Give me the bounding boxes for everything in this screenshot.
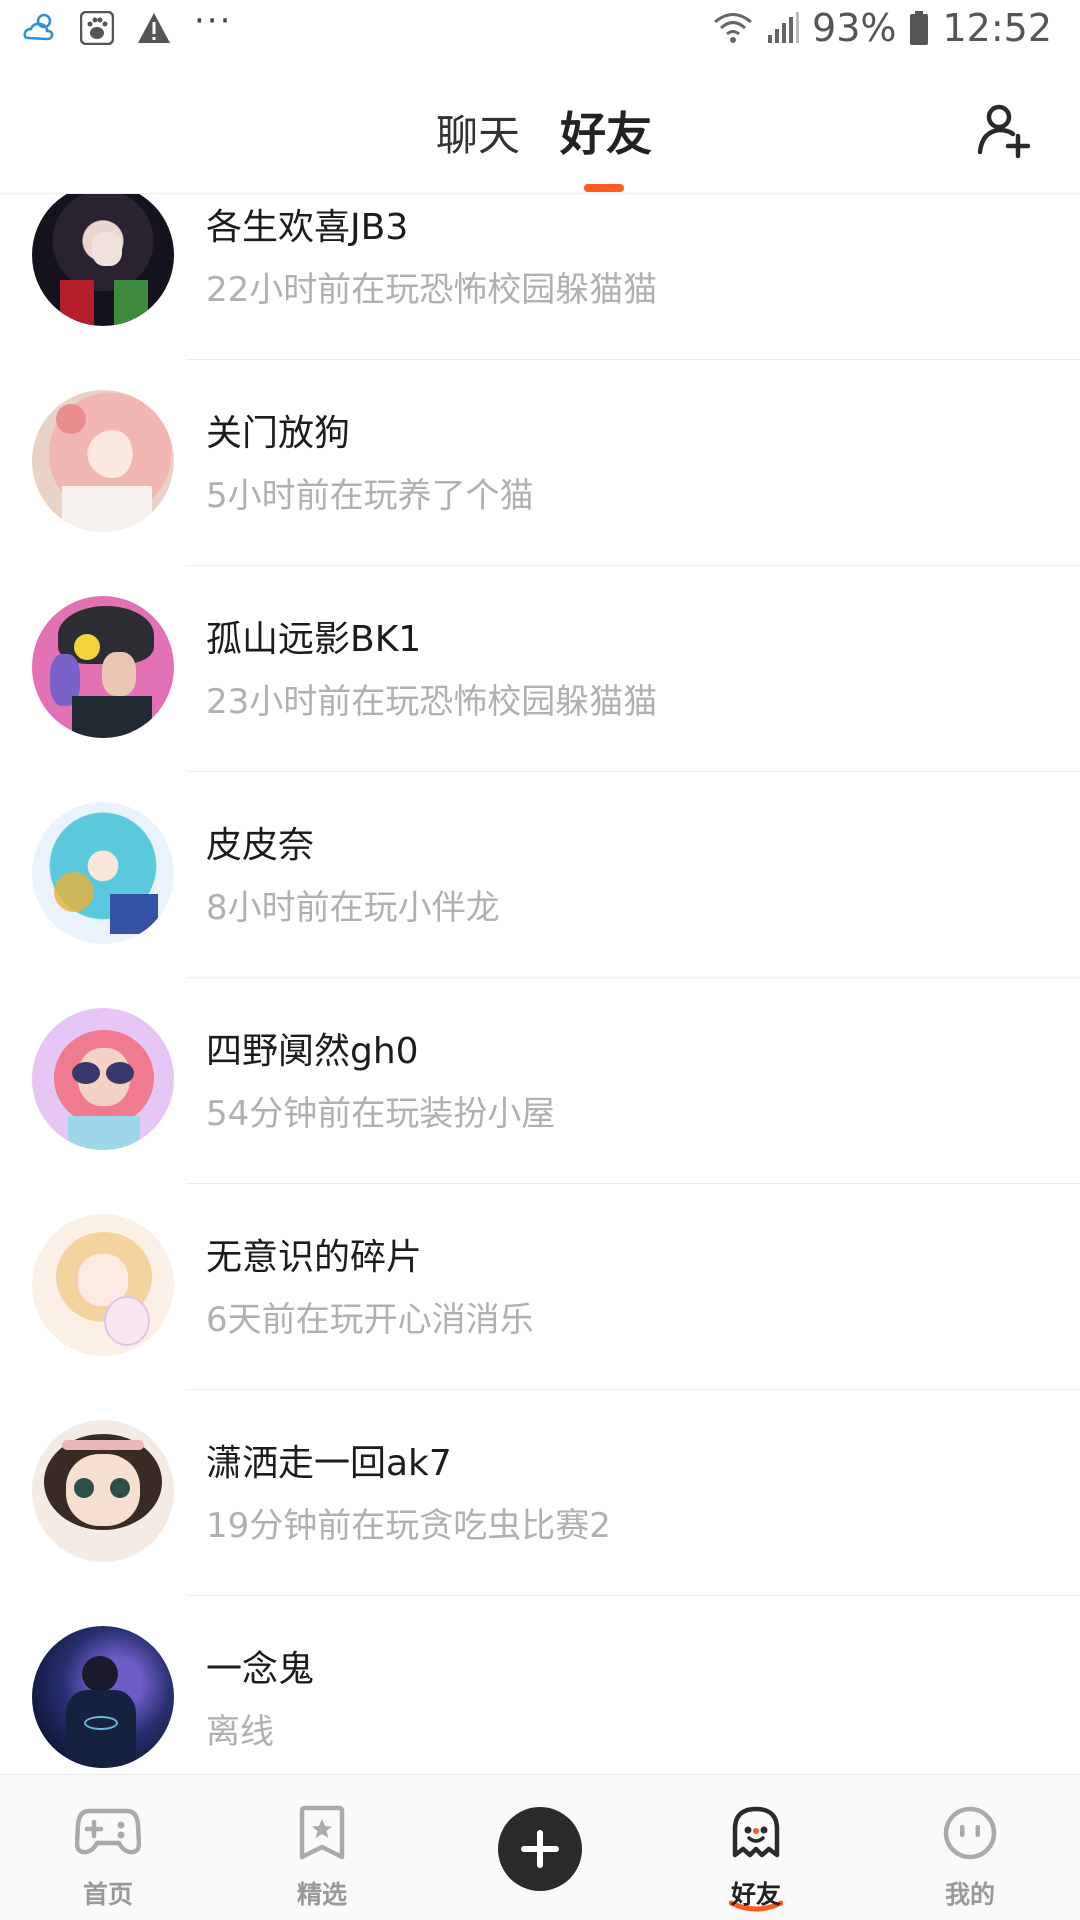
friend-status: 23小时前在玩恐怖校园躲猫猫 — [206, 682, 658, 722]
plus-icon — [521, 1830, 559, 1868]
friend-status: 19分钟前在玩贪吃虫比赛2 — [206, 1506, 611, 1546]
avatar — [32, 596, 174, 738]
tab-chat[interactable]: 聊天 — [436, 102, 520, 163]
add-friend-icon[interactable] — [975, 100, 1037, 162]
nav-featured-label: 精选 — [296, 1880, 347, 1909]
status-bar-left: ··· — [22, 1, 232, 46]
star-bookmark-icon — [299, 1805, 345, 1860]
baidu-icon — [80, 11, 114, 45]
create-button[interactable] — [498, 1807, 582, 1891]
avatar — [32, 1420, 174, 1562]
friend-row[interactable]: 孤山远影BK1 23小时前在玩恐怖校园躲猫猫 — [0, 566, 1080, 772]
friend-name: 各生欢喜JB3 — [206, 207, 409, 248]
top-header: 聊天 好友 — [0, 66, 1080, 194]
friend-row[interactable]: 无意识的碎片 6天前在玩开心消消乐 — [0, 1184, 1080, 1390]
gamepad-icon — [75, 1808, 141, 1855]
signal-icon — [768, 12, 800, 43]
friend-name: 一念鬼 — [206, 1649, 315, 1690]
friend-status: 离线 — [206, 1712, 274, 1752]
friend-name: 孤山远影BK1 — [206, 619, 422, 660]
bottom-navigation: 首页 精选 好友 我的 — [0, 1774, 1080, 1920]
ghost-icon — [732, 1806, 780, 1858]
nav-home-label: 首页 — [82, 1880, 133, 1909]
avatar — [32, 1214, 174, 1356]
friend-status: 54分钟前在玩装扮小屋 — [206, 1094, 556, 1134]
friend-row[interactable]: 潇洒走一回ak7 19分钟前在玩贪吃虫比赛2 — [0, 1390, 1080, 1596]
tab-friends[interactable]: 好友 — [560, 98, 652, 164]
friend-name: 无意识的碎片 — [206, 1237, 423, 1278]
friend-name: 四野阒然gh0 — [206, 1031, 419, 1072]
friend-status: 8小时前在玩小伴龙 — [206, 888, 500, 928]
friend-status: 5小时前在玩养了个猫 — [206, 476, 534, 516]
friend-row[interactable]: 一念鬼 离线 — [0, 1596, 1080, 1774]
avatar — [32, 1626, 174, 1768]
avatar — [32, 802, 174, 944]
friend-name: 皮皮奈 — [206, 825, 315, 866]
clock: 12:52 — [942, 6, 1052, 50]
wifi-icon — [714, 13, 752, 43]
friend-row[interactable]: 各生欢喜JB3 22小时前在玩恐怖校园躲猫猫 — [0, 194, 1080, 360]
friend-status: 6天前在玩开心消消乐 — [206, 1300, 534, 1340]
friend-row[interactable]: 四野阒然gh0 54分钟前在玩装扮小屋 — [0, 978, 1080, 1184]
nav-mine[interactable]: 我的 — [870, 1775, 1070, 1920]
friend-status: 22小时前在玩恐怖校园躲猫猫 — [206, 270, 658, 310]
nav-friends[interactable]: 好友 — [656, 1775, 856, 1920]
avatar — [32, 194, 174, 326]
nav-friends-label: 好友 — [730, 1880, 781, 1909]
friend-row[interactable]: 皮皮奈 8小时前在玩小伴龙 — [0, 772, 1080, 978]
friend-name: 关门放狗 — [206, 413, 351, 454]
avatar — [32, 390, 174, 532]
friend-list: 各生欢喜JB3 22小时前在玩恐怖校园躲猫猫 关门放狗 5小时前在玩养了个猫 孤… — [0, 194, 1080, 1774]
active-tab-indicator — [584, 184, 624, 192]
avatar — [32, 1008, 174, 1150]
battery-percent: 93% — [812, 6, 897, 50]
nav-home[interactable]: 首页 — [8, 1775, 208, 1920]
battery-icon — [910, 11, 929, 45]
friend-row[interactable]: 关门放狗 5小时前在玩养了个猫 — [0, 360, 1080, 566]
nav-mine-label: 我的 — [944, 1880, 995, 1909]
more-notifications-icon: ··· — [194, 1, 233, 41]
friend-name: 潇洒走一回ak7 — [206, 1443, 452, 1484]
warning-icon — [138, 13, 170, 43]
weather-icon — [23, 13, 54, 41]
status-bar: ··· 93% 12:52 — [0, 0, 1080, 66]
face-icon — [943, 1806, 997, 1860]
nav-featured[interactable]: 精选 — [222, 1775, 422, 1920]
status-bar-right: 93% 12:52 — [712, 6, 1052, 50]
